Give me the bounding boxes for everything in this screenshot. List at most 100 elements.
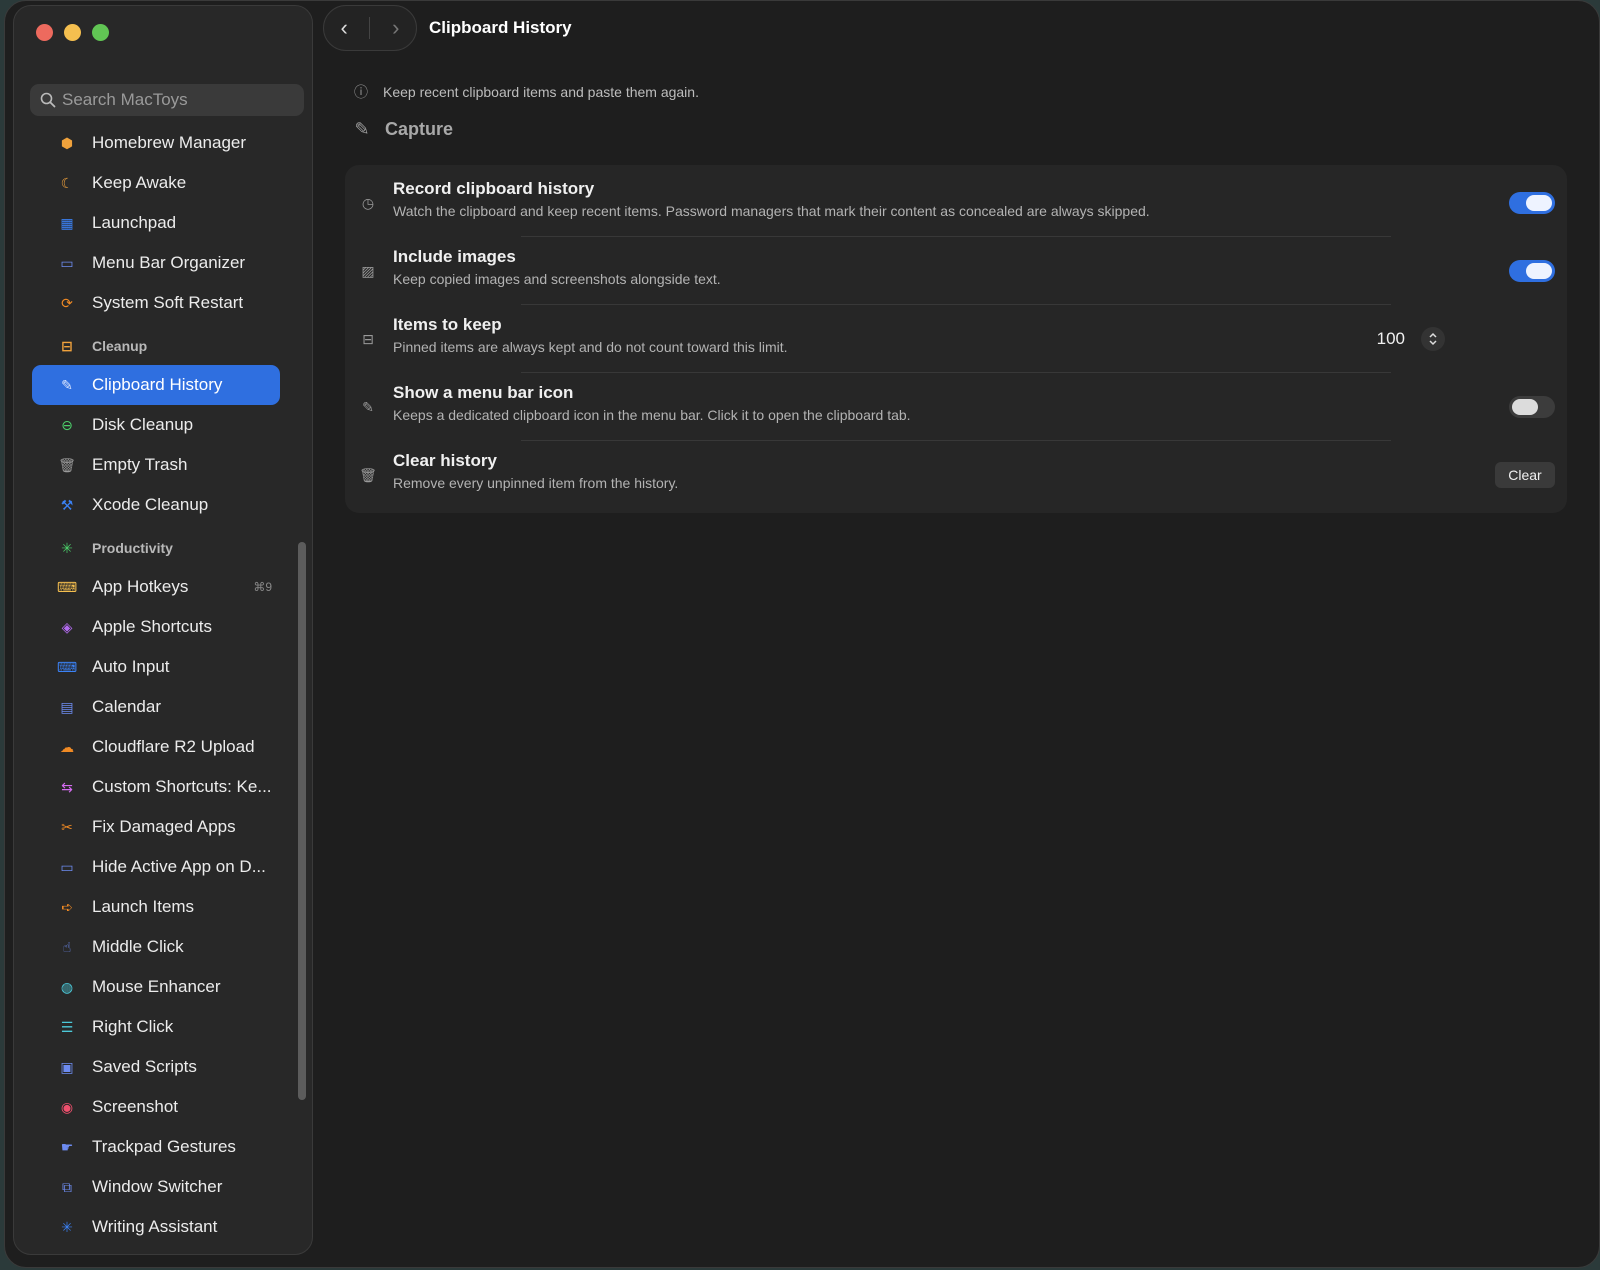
traffic-lights [36, 24, 109, 41]
setting-row-record-clipboard-history: ◷ Record clipboard history Watch the clipb… [345, 169, 1567, 237]
sidebar-item-writing-assistant[interactable]: ✳ Writing Assistant [32, 1207, 280, 1247]
section-header-capture: ✎ Capture [353, 109, 1575, 149]
sidebar-section-label: Productivity [92, 540, 173, 556]
sidebar-item-cloudflare-r2-upload[interactable]: ☁ Cloudflare R2 Upload [32, 727, 280, 767]
sidebar-item-auto-input[interactable]: ⌨ Auto Input [32, 647, 280, 687]
sidebar-item-label: Disk Cleanup [92, 415, 194, 434]
page-title: Clipboard History [429, 18, 572, 37]
settings-card: ◷ Record clipboard history Watch the clipb… [345, 165, 1567, 513]
forward-button[interactable]: › [381, 15, 411, 41]
sidebar-item-right-click[interactable]: ☰ Right Click [32, 1007, 280, 1047]
sparkle-icon: ✳ [61, 1218, 73, 1235]
window-icon: ▭ [60, 254, 74, 271]
tray-icon: ⊟ [61, 337, 73, 354]
sidebar-item-label: Menu Bar Organizer [92, 253, 246, 272]
sidebar-item-mouse-enhancer[interactable]: ◍ Mouse Enhancer [32, 967, 280, 1007]
toggle-switch[interactable] [1509, 192, 1555, 214]
sidebar-item-label: Keep Awake [92, 173, 187, 192]
sidebar-item-disk-cleanup[interactable]: ⊖ Disk Cleanup [32, 405, 280, 445]
cloud-icon: ☁ [60, 738, 74, 755]
toggle-switch[interactable] [1509, 396, 1555, 418]
zoom-window-button[interactable] [92, 24, 109, 41]
terminal-icon: ▣ [60, 1058, 74, 1075]
setting-description: Keeps a dedicated clipboard icon in the … [393, 407, 911, 423]
sidebar-item-label: Saved Scripts [92, 1057, 197, 1076]
sidebar-item-label: Auto Input [92, 657, 170, 676]
arrows-icon: ⇆ [61, 778, 73, 795]
back-button[interactable]: ‹ [329, 15, 359, 41]
sidebar-item-screenshot[interactable]: ◉ Screenshot [32, 1087, 280, 1127]
setting-text: Record clipboard history Watch the clipbo… [393, 179, 1150, 219]
minimize-window-button[interactable] [64, 24, 81, 41]
moon-icon: ☾ [60, 174, 74, 191]
sidebar-item-saved-scripts[interactable]: ▣ Saved Scripts [32, 1047, 280, 1087]
grid-icon: ▦ [60, 214, 74, 231]
setting-row-items-to-keep: ⊟ Items to keep Pinned items are always ke… [345, 305, 1567, 373]
sidebar-item-launchpad[interactable]: ▦ Launchpad [32, 203, 280, 243]
toggle-switch[interactable] [1509, 260, 1555, 282]
sidebar-item-system-soft-restart[interactable]: ⟳ System Soft Restart [32, 283, 280, 323]
sidebar-item-keep-awake[interactable]: ☾ Keep Awake [32, 163, 280, 203]
sidebar-item-label: Trackpad Gestures [92, 1137, 236, 1156]
sidebar-item-apple-shortcuts[interactable]: ◈ Apple Shortcuts [32, 607, 280, 647]
sidebar-item-xcode-cleanup[interactable]: ⚒ Xcode Cleanup [32, 485, 280, 525]
info-text: Keep recent clipboard items and paste th… [383, 84, 699, 100]
close-window-button[interactable] [36, 24, 53, 41]
sidebar-item-hide-active-app-on-d[interactable]: ▭ Hide Active App on D... [32, 847, 280, 887]
sidebar-item-window-switcher[interactable]: ⧉ Window Switcher [32, 1167, 280, 1207]
sidebar-item-empty-trash[interactable]: 🗑 Empty Trash [32, 445, 280, 485]
setting-description: Keep copied images and screenshots along… [393, 271, 721, 287]
setting-text: Clear history Remove every unpinned item … [393, 451, 678, 491]
info-icon: ⓘ [354, 84, 368, 100]
paperclip-icon: ✎ [61, 376, 73, 393]
sidebar-item-middle-click[interactable]: ☝ Middle Click [32, 927, 280, 967]
box-icon: ⬢ [60, 134, 74, 151]
sidebar-item-label: Calendar [92, 697, 161, 716]
app-window: ⬢ Homebrew Manager ☾ Keep Awake ▦ Launchpad ▭ M… [4, 0, 1600, 1268]
sidebar-section-productivity: ✳ Productivity [32, 525, 294, 567]
sidebar-nav: ⬢ Homebrew Manager ☾ Keep Awake ▦ Launchpad ▭ M… [14, 123, 294, 1247]
trash-icon: 🗑 [58, 456, 76, 473]
sidebar-item-label: Apple Shortcuts [92, 617, 213, 636]
sidebar-item-label: System Soft Restart [92, 293, 244, 312]
paperclip-icon: ✎ [354, 118, 370, 139]
sidebar-item-homebrew-manager[interactable]: ⬢ Homebrew Manager [32, 123, 280, 163]
gesture-icon: ☛ [60, 1138, 74, 1155]
sidebar-item-trackpad-gestures[interactable]: ☛ Trackpad Gestures [32, 1127, 280, 1167]
toolbar: ‹ › Clipboard History [323, 5, 572, 51]
history-icon: ◷ [361, 194, 375, 211]
sidebar-item-label: Cloudflare R2 Upload [92, 737, 255, 756]
sidebar-item-clipboard-history[interactable]: ✎ Clipboard History [32, 365, 280, 405]
sidebar-item-menu-bar-organizer[interactable]: ▭ Menu Bar Organizer [32, 243, 280, 283]
items-to-keep-value[interactable]: 100 [1377, 329, 1405, 349]
pointer-icon: ☝ [62, 938, 72, 955]
search-icon [40, 92, 56, 108]
sidebar-item-label: Writing Assistant [92, 1217, 218, 1236]
menu-icon: ☰ [60, 1018, 74, 1035]
stepper-icon[interactable] [1421, 327, 1445, 351]
sidebar-item-label: Fix Damaged Apps [92, 817, 236, 836]
photo-icon: ▨ [361, 262, 375, 279]
sidebar-item-calendar[interactable]: ▤ Calendar [32, 687, 280, 727]
sidebar-item-custom-shortcuts-ke[interactable]: ⇆ Custom Shortcuts: Ke... [32, 767, 280, 807]
setting-description: Remove every unpinned item from the hist… [393, 475, 679, 491]
setting-row-clear-history: 🗑 Clear history Remove every unpinned item… [345, 441, 1567, 509]
mouse-icon: ◍ [60, 978, 74, 995]
sidebar-item-app-hotkeys[interactable]: ⌨ App Hotkeys ⌘9 [32, 567, 280, 607]
sidebar-item-fix-damaged-apps[interactable]: ✂ Fix Damaged Apps [32, 807, 280, 847]
setting-row-include-images: ▨ Include images Keep copied images and sc… [345, 237, 1567, 305]
sidebar-item-label: Middle Click [92, 937, 184, 956]
sidebar-scrollbar[interactable] [298, 542, 306, 1100]
setting-label: Show a menu bar icon [393, 383, 574, 402]
sidebar-item-launch-items[interactable]: ➪ Launch Items [32, 887, 280, 927]
search-field[interactable] [30, 84, 304, 116]
info-banner: ⓘ Keep recent clipboard items and paste … [353, 77, 1575, 107]
sidebar-item-label: Hide Active App on D... [92, 857, 266, 876]
sidebar-item-label: Empty Trash [92, 455, 188, 474]
setting-label: Items to keep [393, 315, 502, 334]
sidebar-item-label: Clipboard History [92, 375, 223, 394]
search-input[interactable] [62, 90, 292, 110]
sidebar-item-label: Window Switcher [92, 1177, 223, 1196]
clear-button[interactable]: Clear [1495, 462, 1555, 488]
setting-label: Record clipboard history [393, 179, 595, 198]
